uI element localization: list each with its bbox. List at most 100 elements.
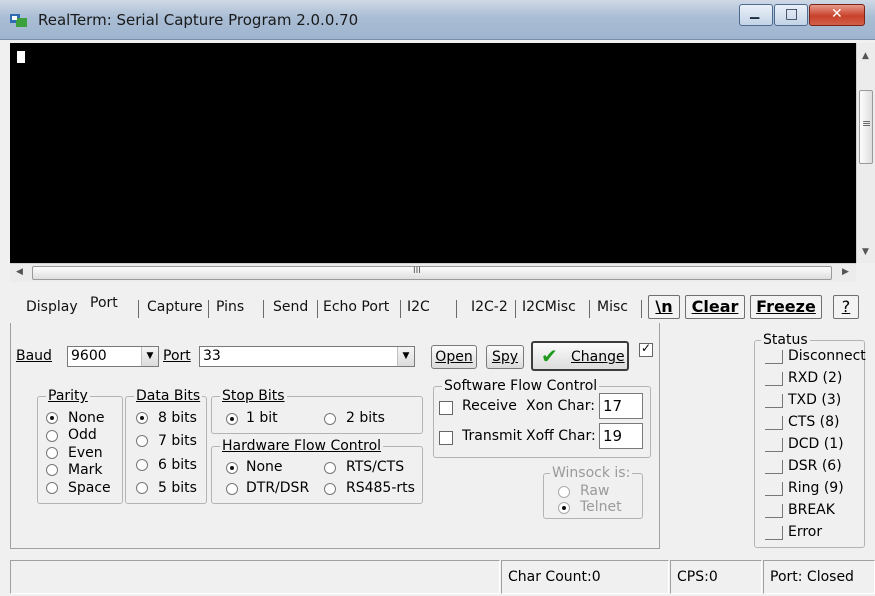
status-txd: TXD (3) bbox=[788, 392, 842, 408]
minimize-button[interactable]: ▁ bbox=[739, 4, 773, 26]
software-flow-title: Software Flow Control bbox=[442, 378, 600, 394]
stop-bits-1-radio[interactable] bbox=[226, 413, 238, 425]
data-bits-7-label: 7 bits bbox=[158, 433, 197, 449]
hw-flow-none-radio[interactable] bbox=[226, 462, 238, 474]
hw-flow-rs485-label: RS485-rts bbox=[346, 480, 415, 496]
parity-mark-radio[interactable] bbox=[46, 464, 58, 476]
tab-i2c-2[interactable]: I2C-2 bbox=[471, 299, 508, 315]
hw-flow-rtscts-radio[interactable] bbox=[324, 462, 336, 474]
xoff-char-input[interactable]: 19 bbox=[599, 423, 643, 449]
data-bits-5-radio[interactable] bbox=[136, 482, 148, 494]
cps-readout: CPS:0 bbox=[670, 560, 762, 594]
xon-char-input[interactable]: 17 bbox=[599, 393, 643, 419]
winsock-raw-radio bbox=[558, 486, 570, 498]
scroll-right-icon[interactable]: ▶ bbox=[842, 267, 849, 277]
receive-checkbox[interactable] bbox=[439, 401, 453, 415]
scroll-up-icon[interactable]: ▲ bbox=[862, 51, 869, 61]
check-icon: ✓ bbox=[641, 341, 652, 355]
close-icon: ✕ bbox=[831, 6, 843, 22]
data-bits-8-radio[interactable] bbox=[136, 412, 148, 424]
tab-port[interactable]: Port bbox=[90, 295, 118, 311]
freeze-button[interactable]: Freeze bbox=[750, 295, 822, 319]
maximize-button[interactable]: □ bbox=[774, 4, 808, 26]
status-led bbox=[765, 416, 783, 430]
tab-echo-port[interactable]: Echo Port bbox=[323, 299, 389, 315]
parity-none-radio[interactable] bbox=[46, 412, 58, 424]
horizontal-scrollbar[interactable]: ◀ III ▶ bbox=[10, 263, 856, 282]
open-button[interactable]: Open bbox=[431, 345, 477, 369]
data-bits-8-label: 8 bits bbox=[158, 410, 197, 426]
parity-even-radio[interactable] bbox=[46, 447, 58, 459]
tab-separator bbox=[138, 300, 139, 318]
status-break[interactable]: BREAK bbox=[788, 502, 835, 518]
transmit-checkbox[interactable] bbox=[439, 431, 453, 445]
tab-separator bbox=[589, 300, 590, 318]
winsock-telnet-radio bbox=[558, 502, 570, 514]
change-button[interactable]: ✔ Change bbox=[531, 341, 629, 371]
tab-capture[interactable]: Capture bbox=[147, 299, 203, 315]
close-button[interactable]: ✕ bbox=[809, 4, 865, 26]
stop-bits-1-label: 1 bit bbox=[246, 410, 278, 426]
scroll-grip-icon: ≡ bbox=[862, 117, 872, 130]
horizontal-scroll-thumb[interactable]: III bbox=[32, 266, 832, 280]
status-led bbox=[765, 350, 783, 364]
parity-even-label: Even bbox=[68, 445, 103, 461]
tab-i2cmisc[interactable]: I2CMisc bbox=[522, 299, 576, 315]
parity-space-radio[interactable] bbox=[46, 482, 58, 494]
chevron-down-icon[interactable]: ▼ bbox=[397, 347, 414, 366]
status-disconnect[interactable]: Disconnect bbox=[788, 348, 866, 364]
baud-label: Baud bbox=[16, 348, 52, 364]
data-bits-title: Data Bits bbox=[134, 388, 203, 404]
status-led bbox=[765, 526, 783, 540]
tab-separator bbox=[515, 300, 516, 318]
port-label: Port bbox=[163, 348, 191, 364]
winsock-telnet-label: Telnet bbox=[580, 499, 622, 515]
hw-flow-rs485-radio[interactable] bbox=[324, 483, 336, 495]
baud-value: 9600 bbox=[71, 348, 107, 364]
status-error[interactable]: Error bbox=[788, 524, 822, 540]
newline-button[interactable]: \n bbox=[648, 295, 680, 319]
status-pane-message bbox=[10, 560, 500, 594]
text-cursor bbox=[17, 51, 25, 63]
tab-display[interactable]: Display bbox=[26, 299, 78, 315]
parity-space-label: Space bbox=[68, 480, 111, 496]
tab-pins[interactable]: Pins bbox=[216, 299, 244, 315]
hw-flow-dtrdsr-radio[interactable] bbox=[226, 483, 238, 495]
window-title: RealTerm: Serial Capture Program 2.0.0.7… bbox=[38, 11, 359, 29]
hw-flow-rtscts-label: RTS/CTS bbox=[346, 459, 405, 475]
software-flow-group: Software Flow Control Receive Xon Char: … bbox=[433, 378, 651, 458]
app-icon bbox=[10, 14, 27, 27]
scroll-left-icon[interactable]: ◀ bbox=[16, 267, 23, 277]
spy-button[interactable]: Spy bbox=[486, 345, 524, 369]
data-bits-6-radio[interactable] bbox=[136, 459, 148, 471]
clear-button[interactable]: Clear bbox=[685, 295, 745, 319]
tab-send[interactable]: Send bbox=[273, 299, 308, 315]
realterm-window: RealTerm: Serial Capture Program 2.0.0.7… bbox=[0, 0, 875, 596]
vertical-scrollbar[interactable]: ▲ ≡ ▼ bbox=[856, 43, 875, 263]
status-led bbox=[765, 438, 783, 452]
help-button[interactable]: ? bbox=[833, 295, 859, 319]
parity-odd-radio[interactable] bbox=[46, 430, 58, 442]
hardware-flow-title: Hardware Flow Control bbox=[220, 438, 384, 454]
status-bar: Char Count:0 CPS:0 Port: Closed bbox=[10, 560, 875, 594]
tab-separator bbox=[208, 300, 209, 318]
tab-misc[interactable]: Misc bbox=[597, 299, 628, 315]
status-led bbox=[765, 504, 783, 518]
chevron-down-icon[interactable]: ▼ bbox=[141, 347, 158, 366]
parity-title: Parity bbox=[46, 388, 90, 404]
data-bits-7-radio[interactable] bbox=[136, 435, 148, 447]
status-led bbox=[765, 460, 783, 474]
stop-bits-2-radio[interactable] bbox=[324, 413, 336, 425]
vertical-scroll-thumb[interactable]: ≡ bbox=[859, 90, 873, 164]
terminal-display[interactable] bbox=[10, 43, 856, 263]
scroll-grip-icon: III bbox=[413, 266, 421, 276]
tab-separator bbox=[456, 300, 457, 318]
baud-select[interactable]: 9600 ▼ bbox=[67, 346, 159, 367]
tab-i2c[interactable]: I2C bbox=[407, 299, 430, 315]
winsock-raw-label: Raw bbox=[580, 483, 610, 499]
scroll-down-icon[interactable]: ▼ bbox=[862, 247, 869, 257]
change-checkbox[interactable]: ✓ bbox=[639, 341, 653, 357]
maximize-icon: □ bbox=[785, 6, 799, 22]
port-select[interactable]: 33 ▼ bbox=[199, 346, 415, 367]
port-state: Port: Closed bbox=[763, 560, 875, 594]
